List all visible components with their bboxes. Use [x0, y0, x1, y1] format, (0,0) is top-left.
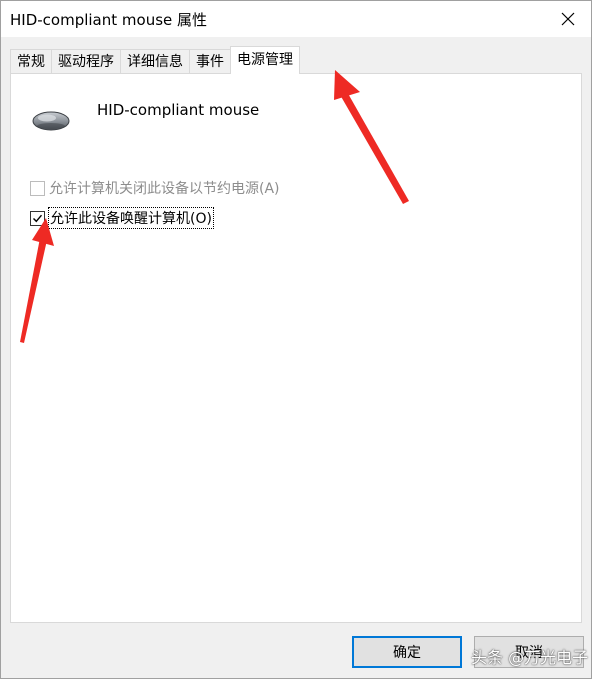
allow-power-off-option: 允许计算机关闭此设备以节约电源(A)	[30, 178, 280, 198]
tab-events[interactable]: 事件	[189, 49, 231, 73]
mouse-icon	[32, 111, 70, 131]
allow-power-off-checkbox[interactable]	[30, 180, 45, 196]
allow-wake-label[interactable]: 允许此设备唤醒计算机(O)	[48, 207, 214, 229]
tab-general[interactable]: 常规	[10, 49, 52, 73]
tab-driver[interactable]: 驱动程序	[51, 49, 121, 73]
ok-button[interactable]: 确定	[352, 636, 462, 668]
tab-details[interactable]: 详细信息	[120, 49, 190, 73]
power-management-panel: HID-compliant mouse 允许计算机关闭此设备以节约电源(A) 允…	[10, 73, 582, 623]
properties-dialog: HID-compliant mouse 属性 常规 驱动程序 详细信息 事件 电…	[0, 0, 592, 679]
close-icon	[561, 12, 575, 26]
title-bar: HID-compliant mouse 属性	[1, 1, 591, 37]
watermark-text: 头条 @万光电子	[471, 648, 589, 667]
window-title: HID-compliant mouse 属性	[10, 11, 208, 29]
allow-wake-checkbox[interactable]	[30, 210, 45, 226]
tab-power-management[interactable]: 电源管理	[230, 46, 300, 74]
allow-power-off-label: 允许计算机关闭此设备以节约电源(A)	[49, 181, 280, 197]
allow-wake-option[interactable]: 允许此设备唤醒计算机(O)	[30, 207, 214, 229]
checkmark-icon	[33, 214, 43, 222]
close-button[interactable]	[551, 3, 585, 35]
tab-strip: 常规 驱动程序 详细信息 事件 电源管理	[10, 46, 300, 74]
device-name: HID-compliant mouse	[97, 101, 260, 119]
